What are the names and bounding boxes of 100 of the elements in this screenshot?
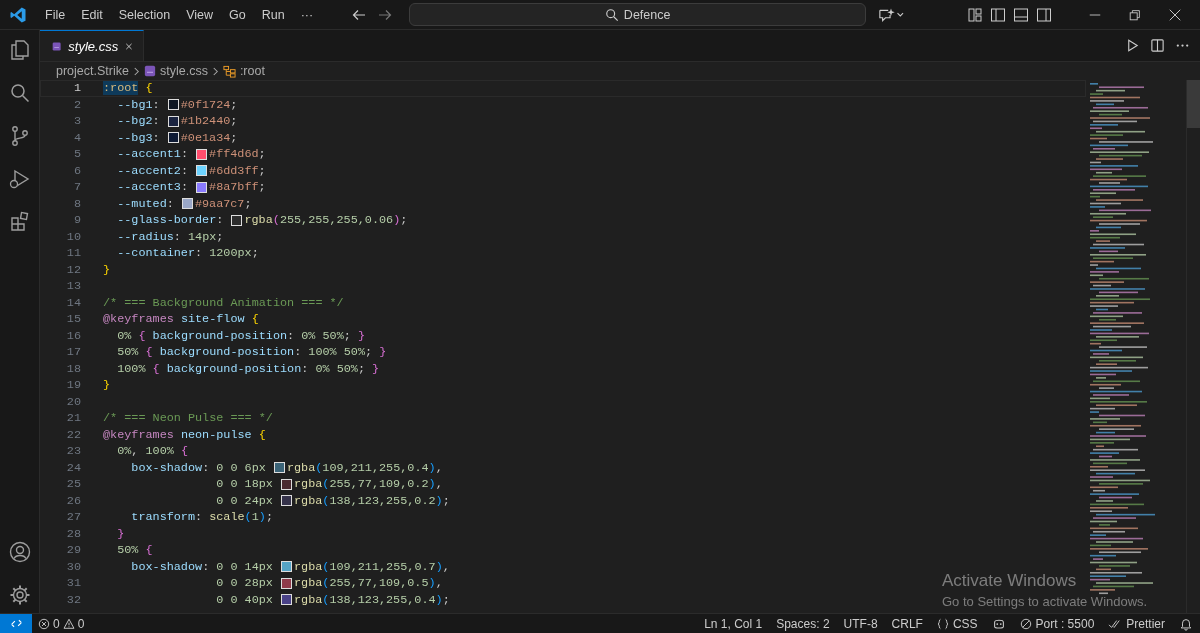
restore-icon[interactable] (1128, 7, 1142, 22)
symbol-structure-icon (222, 64, 236, 78)
line-number: 17 (65, 345, 81, 360)
account-icon[interactable] (7, 540, 32, 564)
line-number: 18 (65, 361, 81, 376)
line-number: 3 (72, 114, 81, 129)
bell-icon[interactable] (1179, 616, 1193, 631)
css-file-icon (143, 65, 156, 77)
code-line: /* === Neon Pulse === */ (103, 411, 273, 426)
menu-item[interactable]: View (178, 3, 221, 26)
toggle-sidebar-icon[interactable] (990, 6, 1006, 23)
code-line: 0%, 100% { (116, 444, 188, 459)
menu-item[interactable]: File (37, 3, 74, 26)
code-line: --bg1: #0f1724; (116, 97, 238, 112)
activation-message: Go to Settings to activate Windows. (942, 594, 1148, 609)
line-number: 26 (65, 493, 81, 508)
color-swatch[interactable] (273, 462, 285, 474)
menu-item[interactable]: Edit (73, 3, 111, 26)
color-swatch[interactable] (196, 181, 208, 193)
line-number: 24 (65, 460, 81, 475)
code-line: @keyframes site-flow { (103, 312, 259, 327)
line-number: 12 (65, 262, 81, 277)
status-item[interactable]: UTF-8 (836, 616, 885, 631)
warning-icon (62, 617, 75, 630)
code-line: 0 0 18px rgba(255,77,109,0.2), (215, 477, 443, 492)
live-server-port-button[interactable]: Port : 5500 (1012, 616, 1102, 631)
error-icon (38, 617, 50, 630)
code-line: 0 0 28px rgba(255,77,109,0.5), (215, 576, 443, 591)
line-number: 22 (65, 427, 81, 442)
menu-item[interactable]: Selection (110, 3, 179, 26)
scrollbar-thumb[interactable] (1187, 80, 1200, 128)
code-line: } (103, 378, 111, 393)
color-swatch[interactable] (281, 495, 292, 507)
editor-tab[interactable]: style.css (40, 30, 144, 61)
line-number: 31 (65, 576, 81, 591)
code-line: --container: 1200px; (116, 246, 259, 261)
close-icon[interactable] (1168, 7, 1182, 22)
toggle-panel-icon[interactable] (1013, 6, 1029, 23)
breadcrumb-item[interactable]: project.Strike (56, 64, 129, 78)
menu-item[interactable]: Go (221, 3, 254, 26)
toggle-secondary-sidebar-icon[interactable] (1036, 6, 1052, 23)
line-number: 2 (72, 97, 81, 112)
code-line: box-shadow: 0 0 14px rgba(109,211,255,0.7), (130, 559, 450, 574)
line-number: 7 (72, 180, 81, 195)
status-item[interactable]: Spaces: 2 (769, 616, 837, 631)
code-line: 100% { background-position: 0% 50%; } (116, 361, 380, 376)
line-number: 25 (65, 477, 81, 492)
line-number: 16 (65, 328, 81, 343)
activation-title: Activate Windows (942, 571, 1078, 591)
color-swatch[interactable] (281, 561, 292, 573)
blocked-icon (1019, 617, 1032, 630)
breadcrumb-item[interactable]: style.css (159, 64, 208, 78)
line-number: 13 (65, 279, 81, 294)
problems-button[interactable]: 0 0 (32, 616, 85, 631)
code-line: transform: scale(1); (130, 510, 273, 525)
split-editor-icon[interactable] (1150, 38, 1165, 53)
code-line: } (103, 262, 111, 277)
color-swatch[interactable] (167, 132, 179, 144)
code-line: /* === Background Animation === */ (103, 295, 344, 310)
play-icon[interactable] (1125, 38, 1140, 53)
chevron-right-icon (211, 65, 219, 77)
breadcrumb-item[interactable]: :root (239, 64, 265, 78)
code-line: 0 0 24px rgba(138,123,255,0.2); (215, 493, 450, 508)
color-swatch[interactable] (181, 198, 193, 210)
code-line: --muted: #9aa7c7; (116, 196, 252, 211)
vscode-logo-icon (9, 5, 27, 24)
color-swatch[interactable] (281, 577, 292, 589)
code-line: 50% { background-position: 100% 50%; } (116, 345, 387, 360)
code-line: box-shadow: 0 0 6px rgba(109,211,255,0.4), (130, 460, 443, 475)
language-mode-button[interactable]: CSS (929, 616, 985, 631)
code-line: --accent2: #6dd3ff; (116, 163, 266, 178)
color-swatch[interactable] (196, 165, 208, 177)
line-number: 23 (65, 444, 81, 459)
line-number: 14 (65, 295, 81, 310)
line-number: 20 (65, 394, 81, 409)
line-number: 30 (65, 559, 81, 574)
code-line: --accent3: #8a7bff; (116, 180, 266, 195)
color-swatch[interactable] (231, 214, 243, 226)
command-search-field[interactable]: Defence (409, 3, 867, 26)
status-item[interactable]: CRLF (884, 616, 930, 631)
line-number: 28 (65, 526, 81, 541)
color-swatch[interactable] (196, 148, 208, 160)
customize-layout-icon[interactable] (967, 6, 983, 23)
line-number: 11 (65, 246, 81, 261)
line-number: 6 (72, 163, 81, 178)
code-line: 0 0 40px rgba(138,123,255,0.4); (215, 592, 450, 607)
prettier-button[interactable]: Prettier (1101, 616, 1172, 631)
menu-item[interactable]: Run (253, 3, 293, 26)
status-item[interactable]: Ln 1, Col 1 (697, 616, 770, 631)
run-debug-icon[interactable] (7, 167, 32, 191)
line-number: 9 (72, 213, 81, 228)
color-swatch[interactable] (167, 99, 179, 111)
line-number: 10 (65, 229, 81, 244)
color-swatch[interactable] (281, 478, 292, 490)
menu-item[interactable]: ··· (292, 3, 322, 26)
color-swatch[interactable] (281, 594, 292, 606)
color-swatch[interactable] (167, 115, 179, 127)
search-icon (604, 7, 619, 22)
chevron-right-icon (132, 65, 140, 77)
code-line: --bg2: #1b2440; (116, 114, 238, 129)
